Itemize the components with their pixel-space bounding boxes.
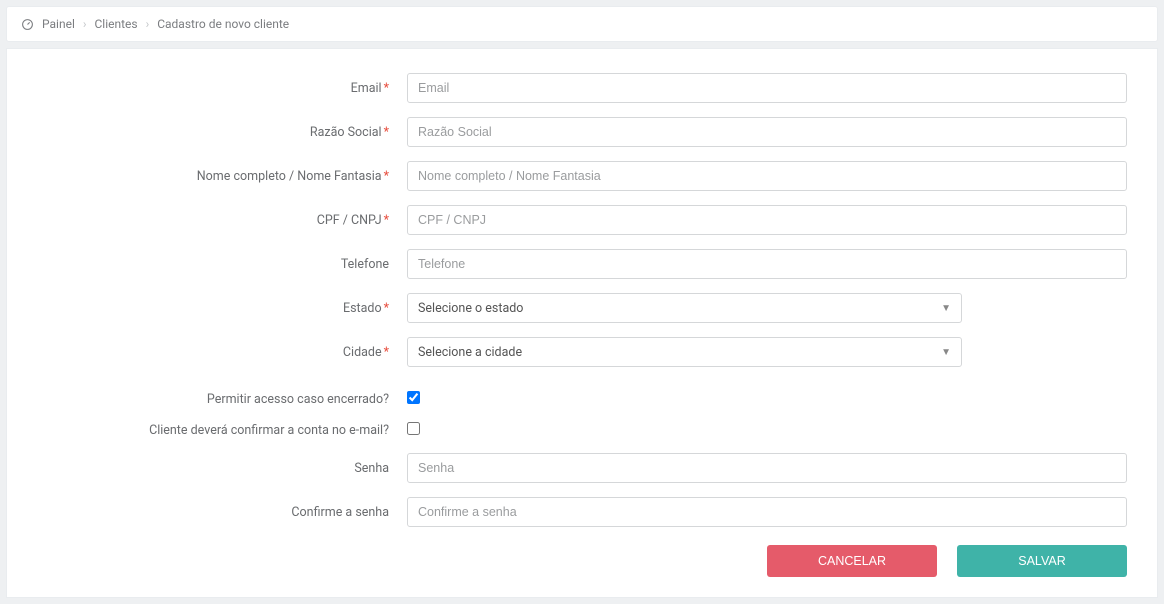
- cpf-cnpj-label: CPF / CNPJ*: [37, 213, 407, 228]
- nome-fantasia-input[interactable]: [407, 161, 1127, 191]
- confirmar-email-checkbox[interactable]: [407, 422, 420, 435]
- email-input[interactable]: [407, 73, 1127, 103]
- cancel-button[interactable]: CANCELAR: [767, 545, 937, 577]
- estado-select[interactable]: Selecione o estado ▼: [407, 293, 962, 323]
- form-panel: Email* Razão Social* Nome completo / Nom…: [6, 48, 1158, 598]
- breadcrumb: Painel › Clientes › Cadastro de novo cli…: [6, 6, 1158, 42]
- dashboard-icon: [21, 18, 34, 31]
- chevron-right-icon: ›: [83, 17, 87, 31]
- breadcrumb-item-clientes[interactable]: Clientes: [94, 17, 137, 31]
- senha-label: Senha: [37, 461, 407, 476]
- telefone-input[interactable]: [407, 249, 1127, 279]
- nome-fantasia-label: Nome completo / Nome Fantasia*: [37, 169, 407, 184]
- estado-label: Estado*: [37, 301, 407, 316]
- razao-social-label: Razão Social*: [37, 125, 407, 140]
- chevron-right-icon: ›: [146, 17, 150, 31]
- confirme-senha-input[interactable]: [407, 497, 1127, 527]
- breadcrumb-item-painel[interactable]: Painel: [42, 17, 75, 31]
- senha-input[interactable]: [407, 453, 1127, 483]
- caret-down-icon: ▼: [941, 303, 951, 314]
- confirme-senha-label: Confirme a senha: [37, 505, 407, 520]
- caret-down-icon: ▼: [941, 347, 951, 358]
- email-label: Email*: [37, 81, 407, 96]
- telefone-label: Telefone: [37, 257, 407, 272]
- razao-social-input[interactable]: [407, 117, 1127, 147]
- cidade-select[interactable]: Selecione a cidade ▼: [407, 337, 962, 367]
- cidade-label: Cidade*: [37, 345, 407, 360]
- permitir-acesso-checkbox[interactable]: [407, 391, 420, 404]
- save-button[interactable]: SALVAR: [957, 545, 1127, 577]
- cpf-cnpj-input[interactable]: [407, 205, 1127, 235]
- breadcrumb-item-current: Cadastro de novo cliente: [157, 17, 289, 31]
- permitir-acesso-label: Permitir acesso caso encerrado?: [37, 392, 407, 407]
- confirmar-email-label: Cliente deverá confirmar a conta no e-ma…: [37, 423, 407, 438]
